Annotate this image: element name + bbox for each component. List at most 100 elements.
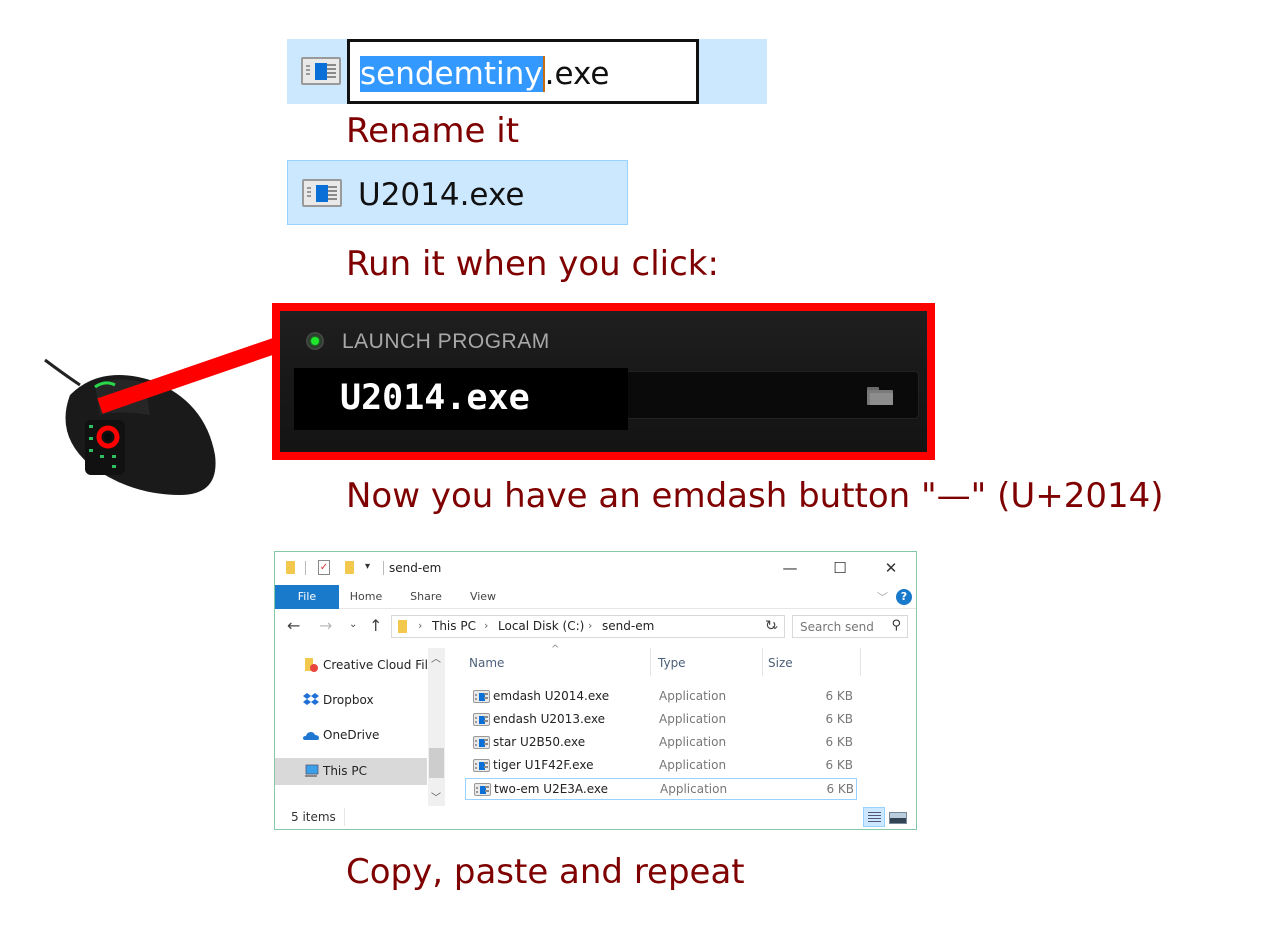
file-row[interactable]: two-em U2E3A.exe Application 6 KB (465, 778, 857, 800)
nav-item-this-pc[interactable]: This PC (275, 758, 427, 785)
close-button[interactable]: ✕ (871, 556, 911, 580)
recent-locations-icon[interactable]: ⌄ (349, 619, 357, 630)
caption-result: Now you have an emdash button "—" (U+201… (346, 476, 1164, 516)
browse-folder-icon[interactable] (867, 387, 893, 405)
tab-home[interactable]: Home (341, 585, 391, 609)
title-bar: ✓ ▾ send-em — ☐ ✕ (275, 552, 916, 584)
file-list: ^ Name Type Size emdash U2014.exe Applic… (465, 644, 915, 808)
scroll-up-icon[interactable]: ︿ (431, 650, 441, 665)
file-explorer-window: ✓ ▾ send-em — ☐ ✕ File Home Share View ﹀… (274, 551, 917, 830)
new-folder-icon[interactable] (345, 561, 354, 574)
up-arrow-icon[interactable]: ↑ (369, 616, 382, 635)
rename-file-row[interactable]: sendemtiny.exe (287, 39, 767, 104)
nav-item-label: This PC (323, 764, 367, 778)
column-header-name[interactable]: Name (469, 656, 504, 670)
file-type: Application (660, 782, 728, 796)
expand-ribbon-icon[interactable]: ﹀ (877, 589, 888, 605)
customize-toolbar-icon[interactable]: ▾ (365, 561, 370, 572)
address-bar[interactable]: › This PC › Local Disk (C:) › send-em ⌄ (391, 615, 785, 638)
dropbox-icon (303, 693, 319, 705)
program-path-text: U2014.exe (340, 378, 530, 418)
navigation-bar: ← → ⌄ ↑ › This PC › Local Disk (C:) › se… (275, 610, 916, 644)
this-pc-icon (305, 764, 319, 777)
gaming-mouse-image (44, 358, 216, 495)
breadcrumb-send-em[interactable]: send-em (602, 619, 654, 633)
file-row[interactable]: tiger U1F42F.exe Application 6 KB (465, 755, 857, 777)
nav-item-creative-cloud[interactable]: Creative Cloud Files (275, 652, 427, 679)
program-path-field[interactable]: U2014.exe (294, 368, 628, 430)
application-icon (473, 690, 490, 703)
search-input[interactable]: Search send ⚲ (792, 615, 908, 638)
minimize-button[interactable]: — (770, 556, 810, 580)
search-placeholder: Search send (800, 620, 874, 634)
application-icon (473, 736, 490, 749)
nav-item-label: Dropbox (323, 693, 374, 707)
file-size: 6 KB (826, 782, 854, 796)
file-size: 6 KB (825, 712, 853, 726)
tab-share[interactable]: Share (401, 585, 451, 609)
sort-ascending-icon: ^ (551, 644, 560, 655)
maximize-button[interactable]: ☐ (820, 556, 860, 580)
renamed-filename: U2014.exe (358, 177, 525, 213)
properties-icon[interactable]: ✓ (318, 560, 330, 575)
folder-icon (286, 561, 295, 574)
search-icon: ⚲ (891, 618, 901, 633)
file-type: Application (659, 712, 727, 726)
application-icon (473, 713, 490, 726)
creative-cloud-icon (305, 658, 318, 672)
breadcrumb-this-pc[interactable]: This PC (432, 619, 476, 633)
file-row[interactable]: endash U2013.exe Application 6 KB (465, 709, 857, 731)
launch-program-label: LAUNCH PROGRAM (342, 330, 550, 353)
file-size: 6 KB (825, 758, 853, 772)
help-icon[interactable]: ? (896, 589, 912, 605)
nav-item-onedrive[interactable]: OneDrive (275, 722, 427, 749)
file-name: star U2B50.exe (493, 735, 586, 749)
application-icon (474, 783, 491, 796)
selected-filename-text: sendemtiny (360, 56, 545, 92)
breadcrumb-local-disk[interactable]: Local Disk (C:) (498, 619, 584, 633)
rename-input[interactable]: sendemtiny.exe (347, 39, 699, 104)
application-icon (302, 179, 342, 207)
tab-file[interactable]: File (275, 585, 339, 609)
file-size: 6 KB (825, 735, 853, 749)
file-type: Application (659, 689, 727, 703)
nav-item-label: Creative Cloud Files (323, 658, 427, 672)
folder-icon (398, 620, 407, 633)
details-view-icon[interactable] (863, 807, 885, 827)
scroll-thumb[interactable] (429, 748, 444, 778)
nav-pane-scrollbar[interactable]: ︿ ﹀ (428, 648, 445, 806)
filename-extension: .exe (544, 56, 610, 92)
column-header-type[interactable]: Type (658, 656, 686, 670)
launch-program-panel: LAUNCH PROGRAM U2014.exe (272, 303, 935, 460)
nav-item-dropbox[interactable]: Dropbox (275, 687, 427, 714)
back-arrow-icon[interactable]: ← (287, 616, 300, 635)
caption-final: Copy, paste and repeat (346, 852, 745, 892)
refresh-icon[interactable]: ↻ (765, 618, 777, 634)
window-title: send-em (389, 561, 442, 575)
application-icon (301, 57, 341, 85)
nav-item-label: OneDrive (323, 728, 380, 742)
file-type: Application (659, 735, 727, 749)
column-header-size[interactable]: Size (768, 656, 793, 670)
file-type: Application (659, 758, 727, 772)
file-size: 6 KB (825, 689, 853, 703)
file-name: emdash U2014.exe (493, 689, 610, 703)
ribbon-tabs: File Home Share View ﹀ ? (275, 585, 916, 609)
file-name: two-em U2E3A.exe (494, 782, 609, 796)
file-name: endash U2013.exe (493, 712, 606, 726)
renamed-file-row[interactable]: U2014.exe (287, 160, 628, 225)
caption-run: Run it when you click: (346, 244, 719, 284)
file-row[interactable]: emdash U2014.exe Application 6 KB (465, 686, 857, 708)
application-icon (473, 759, 490, 772)
tab-view[interactable]: View (458, 585, 508, 609)
status-bar: 5 items (275, 805, 916, 829)
file-name: tiger U1F42F.exe (493, 758, 594, 772)
item-count: 5 items (291, 810, 336, 824)
scroll-down-icon[interactable]: ﹀ (431, 789, 441, 804)
caption-rename: Rename it (346, 111, 520, 151)
file-row[interactable]: star U2B50.exe Application 6 KB (465, 732, 857, 754)
onedrive-icon (303, 732, 319, 740)
navigation-pane: Creative Cloud Files Dropbox OneDrive Th… (275, 648, 428, 806)
large-icons-view-icon[interactable] (886, 807, 908, 827)
forward-arrow-icon[interactable]: → (319, 616, 332, 635)
